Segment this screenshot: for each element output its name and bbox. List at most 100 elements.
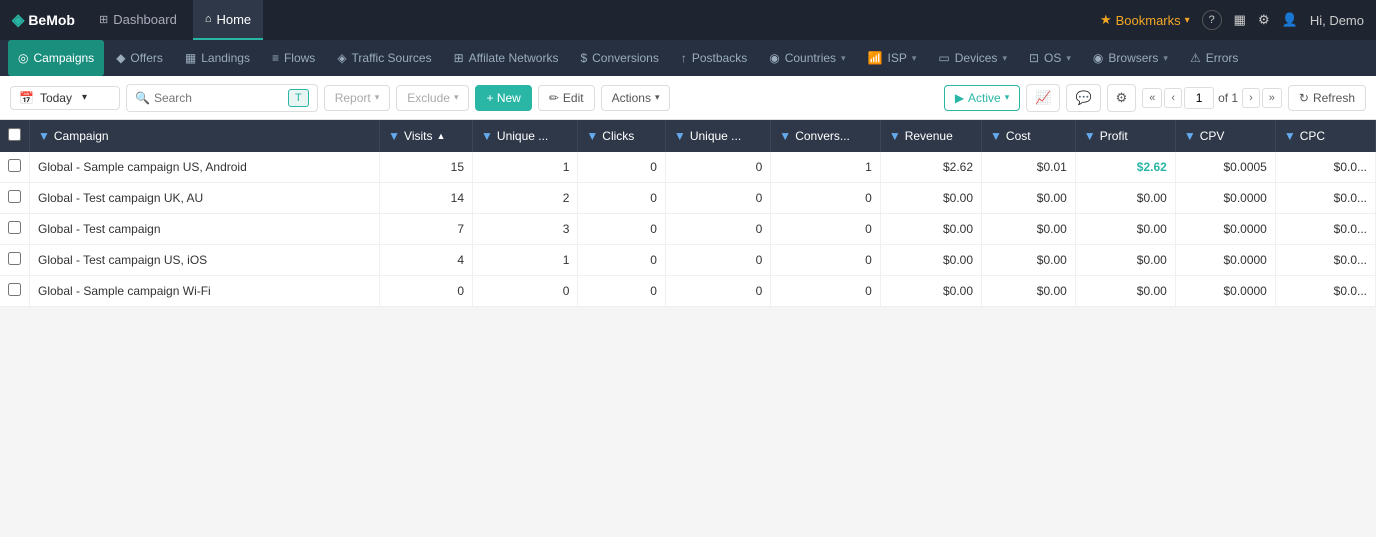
pagination: « ‹ of 1 › » xyxy=(1142,87,1282,109)
sidebar-item-conversions[interactable]: $ Conversions xyxy=(570,40,668,76)
sidebar-item-traffic-sources[interactable]: ◈ Traffic Sources xyxy=(327,40,441,76)
tab-home[interactable]: ⌂ Home xyxy=(193,0,263,40)
row-checkbox[interactable] xyxy=(8,190,21,203)
sidebar-item-flows[interactable]: ≡ Flows xyxy=(262,40,325,76)
sidebar-item-landings[interactable]: ▦ Landings xyxy=(175,40,260,76)
table-header-row: ▼ Campaign ▼ Visits ▲ ▼ Unique ... xyxy=(0,120,1376,152)
table-row: Global - Sample campaign Wi-Fi 0 0 0 0 0… xyxy=(0,276,1376,307)
th-profit[interactable]: ▼ Profit xyxy=(1075,120,1175,152)
cpv-filter-icon: ▼ xyxy=(1184,129,1196,143)
toolbar: 📅 Today ▾ 🔍 T Report ▾ Exclude ▾ + New ✏… xyxy=(0,76,1376,120)
bookmarks-button[interactable]: ★ Bookmarks ▾ xyxy=(1100,12,1190,28)
row-visits: 4 xyxy=(380,245,473,276)
row-checkbox[interactable] xyxy=(8,283,21,296)
actions-button[interactable]: Actions ▾ xyxy=(601,85,671,111)
affiliate-icon: ⊞ xyxy=(454,51,464,65)
th-visits[interactable]: ▼ Visits ▲ xyxy=(380,120,473,152)
row-campaign-name[interactable]: Global - Sample campaign US, Android xyxy=(30,152,380,183)
traffic-icon: ◈ xyxy=(337,51,346,65)
notifications-button[interactable]: ▦ xyxy=(1234,12,1246,28)
row-checkbox-cell[interactable] xyxy=(0,276,30,307)
sidebar-item-countries[interactable]: ◉ Countries ▾ xyxy=(759,40,855,76)
sidebar-item-isp[interactable]: 📶 ISP ▾ xyxy=(858,40,927,76)
th-campaign[interactable]: ▼ Campaign xyxy=(30,120,380,152)
row-campaign-name[interactable]: Global - Test campaign US, iOS xyxy=(30,245,380,276)
report-button[interactable]: Report ▾ xyxy=(324,85,391,111)
date-picker[interactable]: 📅 Today ▾ xyxy=(10,86,120,110)
edit-icon: ✏ xyxy=(549,91,559,105)
page-number-input[interactable] xyxy=(1184,87,1214,109)
sidebar-item-devices[interactable]: ▭ Devices ▾ xyxy=(928,40,1017,76)
th-cpv[interactable]: ▼ CPV xyxy=(1175,120,1275,152)
new-label: + New xyxy=(486,91,520,105)
th-cost[interactable]: ▼ Cost xyxy=(982,120,1076,152)
logo[interactable]: ◈ BeMob xyxy=(12,10,75,30)
chevron-down-icon: ▾ xyxy=(1185,15,1190,26)
sidebar-item-campaigns[interactable]: ◎ Campaigns xyxy=(8,40,104,76)
edit-button[interactable]: ✏ Edit xyxy=(538,85,595,111)
active-filter-dropdown[interactable]: ▶ Active ▾ xyxy=(944,85,1020,111)
first-page-button[interactable]: « xyxy=(1142,88,1162,108)
comment-button[interactable]: 💬 xyxy=(1066,84,1100,112)
row-revenue: $2.62 xyxy=(880,152,981,183)
row-profit: $0.00 xyxy=(1075,245,1175,276)
th-unique2[interactable]: ▼ Unique ... xyxy=(665,120,770,152)
refresh-button[interactable]: ↻ Refresh xyxy=(1288,85,1366,111)
th-cpc[interactable]: ▼ CPC xyxy=(1275,120,1375,152)
column-settings-button[interactable]: ⚙ xyxy=(1107,84,1137,112)
row-visits: 7 xyxy=(380,214,473,245)
conversions-icon: $ xyxy=(580,51,587,65)
tab-dashboard[interactable]: ⊞ Dashboard xyxy=(87,0,189,40)
row-checkbox-cell[interactable] xyxy=(0,245,30,276)
bookmarks-label: Bookmarks xyxy=(1116,13,1181,28)
row-checkbox-cell[interactable] xyxy=(0,152,30,183)
th-conversions[interactable]: ▼ Convers... xyxy=(771,120,881,152)
postbacks-icon: ↑ xyxy=(681,51,687,65)
sidebar-item-errors[interactable]: ⚠ Errors xyxy=(1180,40,1248,76)
sidebar-item-postbacks[interactable]: ↑ Postbacks xyxy=(671,40,757,76)
row-checkbox-cell[interactable] xyxy=(0,214,30,245)
row-revenue: $0.00 xyxy=(880,245,981,276)
search-box[interactable]: 🔍 T xyxy=(126,84,318,112)
sidebar-item-offers[interactable]: ◆ Offers xyxy=(106,40,173,76)
row-campaign-name[interactable]: Global - Test campaign UK, AU xyxy=(30,183,380,214)
row-checkbox[interactable] xyxy=(8,252,21,265)
select-all-checkbox[interactable] xyxy=(8,128,21,141)
landings-label: Landings xyxy=(201,51,250,65)
th-clicks[interactable]: ▼ Clicks xyxy=(578,120,666,152)
row-checkbox[interactable] xyxy=(8,159,21,172)
th-revenue[interactable]: ▼ Revenue xyxy=(880,120,981,152)
date-label: Today xyxy=(40,91,72,105)
row-campaign-name[interactable]: Global - Test campaign xyxy=(30,214,380,245)
settings-button[interactable]: ⚙ xyxy=(1258,12,1270,28)
sidebar-item-affiliate-networks[interactable]: ⊞ Affilate Networks xyxy=(444,40,569,76)
row-unique2: 0 xyxy=(665,245,770,276)
row-checkbox[interactable] xyxy=(8,221,21,234)
table-body: Global - Sample campaign US, Android 15 … xyxy=(0,152,1376,307)
row-checkbox-cell[interactable] xyxy=(0,183,30,214)
th-unique1[interactable]: ▼ Unique ... xyxy=(473,120,578,152)
postbacks-label: Postbacks xyxy=(692,51,747,65)
th-revenue-label: Revenue xyxy=(905,129,953,143)
search-input[interactable] xyxy=(154,91,284,105)
last-page-button[interactable]: » xyxy=(1262,88,1282,108)
flows-icon: ≡ xyxy=(272,51,279,65)
new-button[interactable]: + New xyxy=(475,85,531,111)
row-campaign-name[interactable]: Global - Sample campaign Wi-Fi xyxy=(30,276,380,307)
campaigns-table-container: ▼ Campaign ▼ Visits ▲ ▼ Unique ... xyxy=(0,120,1376,307)
row-profit: $0.00 xyxy=(1075,214,1175,245)
filter-tag-button[interactable]: T xyxy=(288,89,309,107)
next-page-button[interactable]: › xyxy=(1242,88,1260,108)
row-cpv: $0.0005 xyxy=(1175,152,1275,183)
sidebar-item-browsers[interactable]: ◉ Browsers ▾ xyxy=(1083,40,1178,76)
row-unique1: 3 xyxy=(473,214,578,245)
exclude-chevron-icon: ▾ xyxy=(454,92,459,103)
top-nav-right: ★ Bookmarks ▾ ? ▦ ⚙ 👤 Hi, Demo xyxy=(1100,10,1364,30)
exclude-button[interactable]: Exclude ▾ xyxy=(396,85,469,111)
countries-chevron-icon: ▾ xyxy=(841,53,846,64)
sidebar-item-os[interactable]: ⊡ OS ▾ xyxy=(1019,40,1081,76)
chart-button[interactable]: 📈 xyxy=(1026,84,1060,112)
prev-page-button[interactable]: ‹ xyxy=(1164,88,1182,108)
page-of-label: of 1 xyxy=(1218,91,1238,105)
help-button[interactable]: ? xyxy=(1202,10,1222,30)
